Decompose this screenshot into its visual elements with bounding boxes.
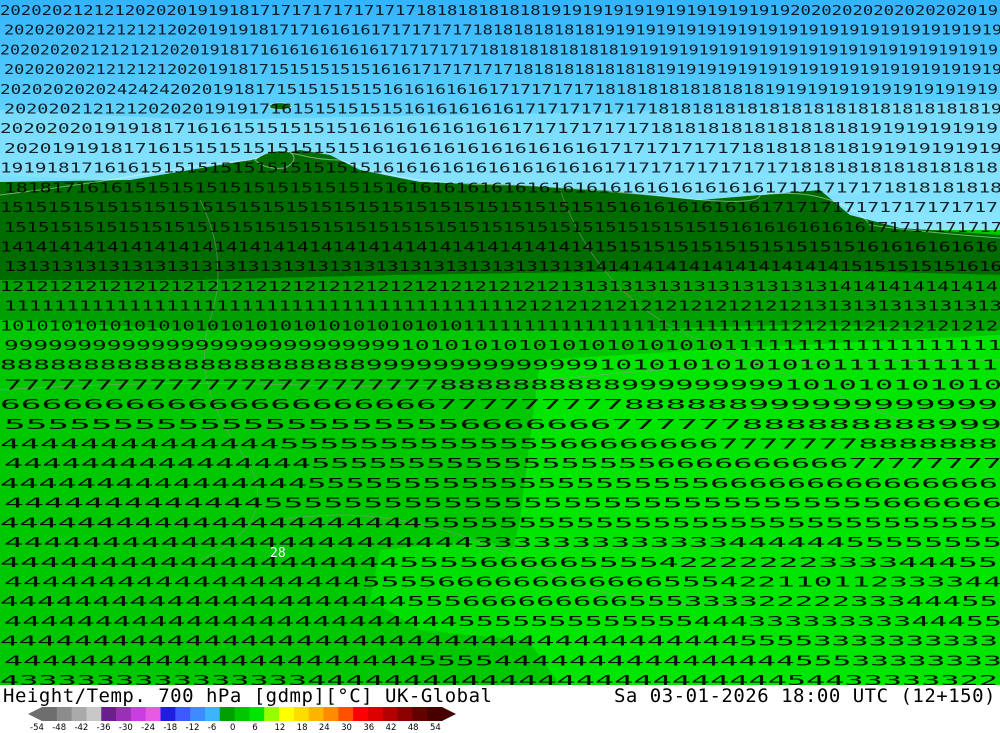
- contour-label-row: 2020202021212121202019181715151515151616…: [4, 63, 1000, 78]
- colorbar-tick-label: 36: [363, 723, 375, 733]
- contour-label-row: 4444444444444444555555555555555555555666…: [0, 477, 998, 492]
- colorbar-swatch: [308, 707, 324, 721]
- colorbar-swatch: [338, 707, 354, 721]
- contour-label-row: 2020202019191817161615151515151616161616…: [0, 122, 998, 137]
- colorbar-swatch: [382, 707, 399, 721]
- colorbar-swatch: [264, 707, 280, 721]
- colorbar-swatch: [219, 707, 236, 721]
- colorbar-tick-label: 18: [296, 723, 308, 733]
- contour-label-row: 4444444444444444444455556666655554222222…: [0, 556, 998, 571]
- station-label: 28: [270, 546, 286, 561]
- contour-label-row: 2020202021212121202019191817171616161717…: [4, 24, 1000, 39]
- colorbar-swatch: [175, 707, 191, 721]
- contour-label-row: 2020191918171615151515151515151616161616…: [4, 142, 1000, 157]
- contour-label-row: 4444444444444444444444444444444444444444…: [0, 635, 998, 650]
- colorbar-swatch: [367, 707, 384, 721]
- colorbar-swatch: [279, 707, 295, 721]
- colorbar-swatch: [86, 707, 102, 721]
- colorbar-swatch: [249, 707, 265, 721]
- weather-map: 2020202121212020201919181717171717171717…: [0, 0, 1000, 685]
- colorbar-swatch: [412, 707, 428, 721]
- colorbar-swatch: [130, 707, 147, 721]
- colorbar-tick-label: -48: [52, 723, 67, 733]
- contour-label-row: 4444444444444444555555555555555555666666…: [4, 457, 1000, 472]
- contour-label-row: 4444444444444455555555555555666666667777…: [0, 438, 998, 453]
- contour-label-row: 1414141414141414141414141414141414141414…: [0, 240, 998, 255]
- colorbar-swatch: [323, 707, 339, 721]
- contour-label-row: 1919181716161515151515151515151516161616…: [0, 162, 998, 177]
- colorbar-swatch: [397, 707, 413, 721]
- contour-label-row: 9999999999999999999999999991010101010101…: [4, 339, 1000, 354]
- contour-label-row: 4444444444444444444444555555555555555555…: [0, 516, 998, 531]
- contour-label-row: 7777777777777777777777778888888888999999…: [4, 378, 1000, 393]
- colorbar-tick-label: -18: [163, 723, 178, 733]
- colorbar-tick-label: -24: [141, 723, 155, 733]
- contour-label-row: 4444444444444444444444555666666666555333…: [0, 595, 998, 610]
- colorbar-tick-label: 24: [318, 723, 330, 733]
- colorbar-swatch: [145, 707, 162, 721]
- colorbar-tick-label: -36: [96, 723, 111, 733]
- colorbar-swatch: [116, 707, 132, 721]
- colorbar-swatch: [234, 707, 250, 721]
- product-title: Height/Temp. 700 hPa [gdmp][°C] UK-Globa…: [3, 685, 493, 707]
- colorbar-tick-label: 0: [230, 723, 236, 733]
- colorbar-tick-label: 30: [341, 723, 352, 733]
- colorbar-arrow-left: [28, 707, 42, 721]
- colorbar-swatch: [293, 707, 310, 721]
- colorbar-tick-label: 12: [274, 723, 286, 733]
- colorbar-tick-label: 48: [407, 723, 419, 733]
- contour-label-row: 1313131313131313131313131313131313131313…: [4, 260, 1000, 275]
- colorbar-tick-label: 6: [252, 723, 258, 733]
- contour-label-row: 1515151515151515151515151515151515151515…: [0, 201, 998, 216]
- contour-label-row: 1010101010101010101010101010101010101011…: [0, 319, 998, 334]
- colorbar-tick-label: -6: [207, 723, 217, 733]
- contour-label-row: 4444444444444444444444443333333333333444…: [4, 536, 1000, 551]
- contour-label-row: 1111111111111111111111111111111111111111…: [4, 300, 1000, 315]
- contour-label-row: 4444444444444555555555555555555555555555…: [4, 497, 1000, 512]
- contour-label-row: 2020202121212020201919171615151515151616…: [4, 103, 1000, 118]
- contour-label-row: 1818171616151515151515151515151516161616…: [4, 181, 1000, 196]
- colorbar-tick-label: 42: [385, 723, 397, 733]
- valid-time: Sa 03-01-2026 18:00 UTC (12+150): [613, 685, 996, 707]
- contour-label-row: 5555555555555555555556666666777777888888…: [4, 418, 1000, 433]
- contour-label-row: 8888888888888888888888999999999999991010…: [0, 359, 998, 374]
- colorbar-swatch: [71, 707, 87, 721]
- colorbar: [28, 707, 456, 721]
- colorbar-arrow-right: [442, 707, 456, 721]
- colorbar-tick-label: -42: [74, 723, 89, 733]
- colorbar-tick-label: -30: [118, 723, 133, 733]
- map-footer: Height/Temp. 700 hPa [gdmp][°C] UK-Globa…: [0, 685, 1000, 733]
- contour-label-row: 4444444444444444444444555544444444444444…: [4, 654, 1000, 669]
- colorbar-tick-label: -12: [185, 723, 200, 733]
- colorbar-swatch: [56, 707, 73, 721]
- contour-label-row: 1212121212121212121212121212121212121212…: [0, 280, 998, 295]
- colorbar-swatch: [353, 707, 369, 721]
- contour-label-row: 4444444444444444444444444555555555555544…: [4, 615, 1000, 630]
- colorbar-swatch: [190, 707, 206, 721]
- contour-labels: 2020202121212020201919181717171717171717…: [0, 4, 1000, 685]
- colorbar-tick-label: -54: [30, 723, 44, 733]
- colorbar-swatch: [101, 707, 117, 721]
- contour-label-row: 4444444444444444444555566666666666655542…: [4, 575, 1000, 590]
- colorbar-swatch: [204, 707, 221, 721]
- contour-label-row: 2020202021212121202019181716161616161617…: [0, 43, 998, 58]
- contour-label-row: 6666666666666666666667777777778888889999…: [0, 398, 998, 413]
- colorbar-swatch: [160, 707, 176, 721]
- colorbar-swatch: [42, 707, 58, 721]
- contour-label-row: 1515151515151515151515151515151515151515…: [4, 221, 1000, 236]
- contour-label-row: 2020202020242424202019181715151515151616…: [0, 83, 998, 98]
- map-canvas: 2020202121212020201919181717171717171717…: [0, 0, 1000, 685]
- contour-label-row: 2020202121212020201919181717171717171717…: [0, 4, 998, 19]
- colorbar-swatch: [427, 707, 443, 721]
- colorbar-tick-label: 54: [430, 723, 441, 733]
- contour-label-row: 4333333333333333444444444444444444444444…: [0, 674, 998, 685]
